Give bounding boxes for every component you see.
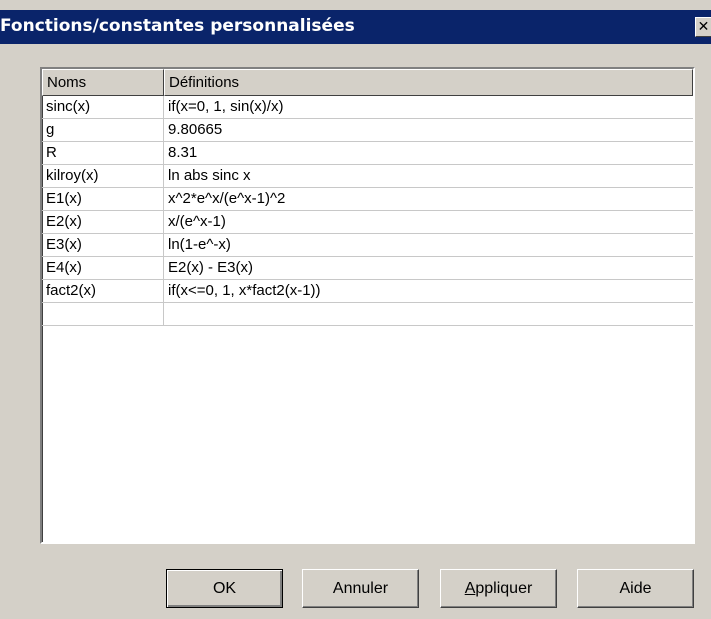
column-header-names[interactable]: Noms: [42, 69, 164, 96]
row-definition-cell[interactable]: if(x<=0, 1, x*fact2(x-1)): [164, 280, 693, 302]
row-definition-cell[interactable]: 9.80665: [164, 119, 693, 141]
functions-list[interactable]: Noms Définitions sinc(x) if(x=0, 1, sin(x…: [40, 67, 695, 544]
list-rows: sinc(x) if(x=0, 1, sin(x)/x) g 9.80665 R 8.31…: [42, 96, 693, 326]
row-name-cell[interactable]: kilroy(x): [42, 165, 164, 187]
row-name-cell[interactable]: [42, 303, 164, 325]
row-name-cell[interactable]: fact2(x): [42, 280, 164, 302]
apply-mnemonic: A: [464, 580, 476, 597]
row-name-cell[interactable]: E3(x): [42, 234, 164, 256]
row-definition-cell[interactable]: ln abs sinc x: [164, 165, 693, 187]
row-definition-cell[interactable]: x^2*e^x/(e^x-1)^2: [164, 188, 693, 210]
row-definition-cell[interactable]: 8.31: [164, 142, 693, 164]
row-name-cell[interactable]: R: [42, 142, 164, 164]
close-button[interactable]: ✕: [695, 17, 711, 37]
table-row[interactable]: E4(x) E2(x) - E3(x): [42, 257, 693, 280]
row-definition-cell[interactable]: ln(1-e^-x): [164, 234, 693, 256]
table-row[interactable]: E1(x) x^2*e^x/(e^x-1)^2: [42, 188, 693, 211]
row-definition-cell[interactable]: x/(e^x-1): [164, 211, 693, 233]
list-header: Noms Définitions: [42, 69, 693, 96]
table-row[interactable]: R 8.31: [42, 142, 693, 165]
custom-functions-dialog: Fonctions/constantes personnalisées ✕ No…: [0, 0, 711, 619]
apply-label-rest: ppliquer: [475, 580, 533, 597]
table-row[interactable]: [42, 303, 693, 326]
dialog-title: Fonctions/constantes personnalisées: [0, 16, 355, 36]
row-name-cell[interactable]: g: [42, 119, 164, 141]
title-bar: Fonctions/constantes personnalisées ✕: [0, 10, 711, 44]
close-icon: ✕: [697, 19, 710, 35]
table-row[interactable]: E2(x) x/(e^x-1): [42, 211, 693, 234]
table-row[interactable]: fact2(x) if(x<=0, 1, x*fact2(x-1)): [42, 280, 693, 303]
table-row[interactable]: kilroy(x) ln abs sinc x: [42, 165, 693, 188]
row-name-cell[interactable]: E4(x): [42, 257, 164, 279]
apply-button[interactable]: Appliquer: [440, 569, 557, 608]
row-name-cell[interactable]: E2(x): [42, 211, 164, 233]
row-definition-cell[interactable]: [164, 303, 693, 325]
row-name-cell[interactable]: E1(x): [42, 188, 164, 210]
table-row[interactable]: sinc(x) if(x=0, 1, sin(x)/x): [42, 96, 693, 119]
table-row[interactable]: g 9.80665: [42, 119, 693, 142]
ok-button[interactable]: OK: [166, 569, 283, 608]
row-definition-cell[interactable]: if(x=0, 1, sin(x)/x): [164, 96, 693, 118]
cancel-button[interactable]: Annuler: [302, 569, 419, 608]
table-row[interactable]: E3(x) ln(1-e^-x): [42, 234, 693, 257]
row-name-cell[interactable]: sinc(x): [42, 96, 164, 118]
column-header-definitions[interactable]: Définitions: [164, 69, 693, 96]
row-definition-cell[interactable]: E2(x) - E3(x): [164, 257, 693, 279]
help-button[interactable]: Aide: [577, 569, 694, 608]
